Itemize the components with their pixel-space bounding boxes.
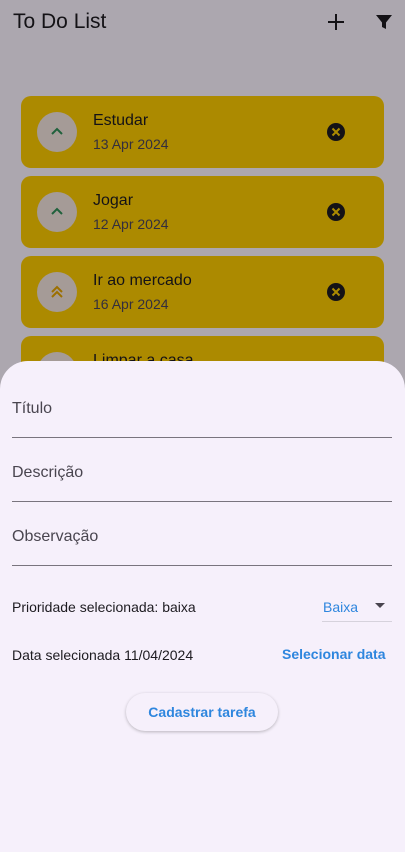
observation-field-label: Observação [12, 528, 99, 545]
observation-field[interactable]: Observação [12, 513, 392, 566]
priority-dropdown[interactable]: Baixa [322, 589, 392, 622]
priority-dropdown-value: Baixa [323, 599, 359, 615]
select-date-button[interactable]: Selecionar data [282, 646, 386, 662]
description-field[interactable]: Descrição [12, 449, 392, 502]
submit-task-button[interactable]: Cadastrar tarefa [126, 693, 278, 731]
dropdown-arrow-icon [375, 603, 385, 608]
selected-date-text: Data selecionada 11/04/2024 [12, 647, 194, 663]
priority-status-text: Prioridade selecionada: baixa [12, 599, 196, 615]
title-field[interactable]: Título [12, 385, 392, 438]
description-field-label: Descrição [12, 464, 84, 481]
new-task-bottom-sheet: Título Descrição Observação Prioridade s… [0, 361, 405, 852]
title-field-label: Título [12, 400, 53, 417]
